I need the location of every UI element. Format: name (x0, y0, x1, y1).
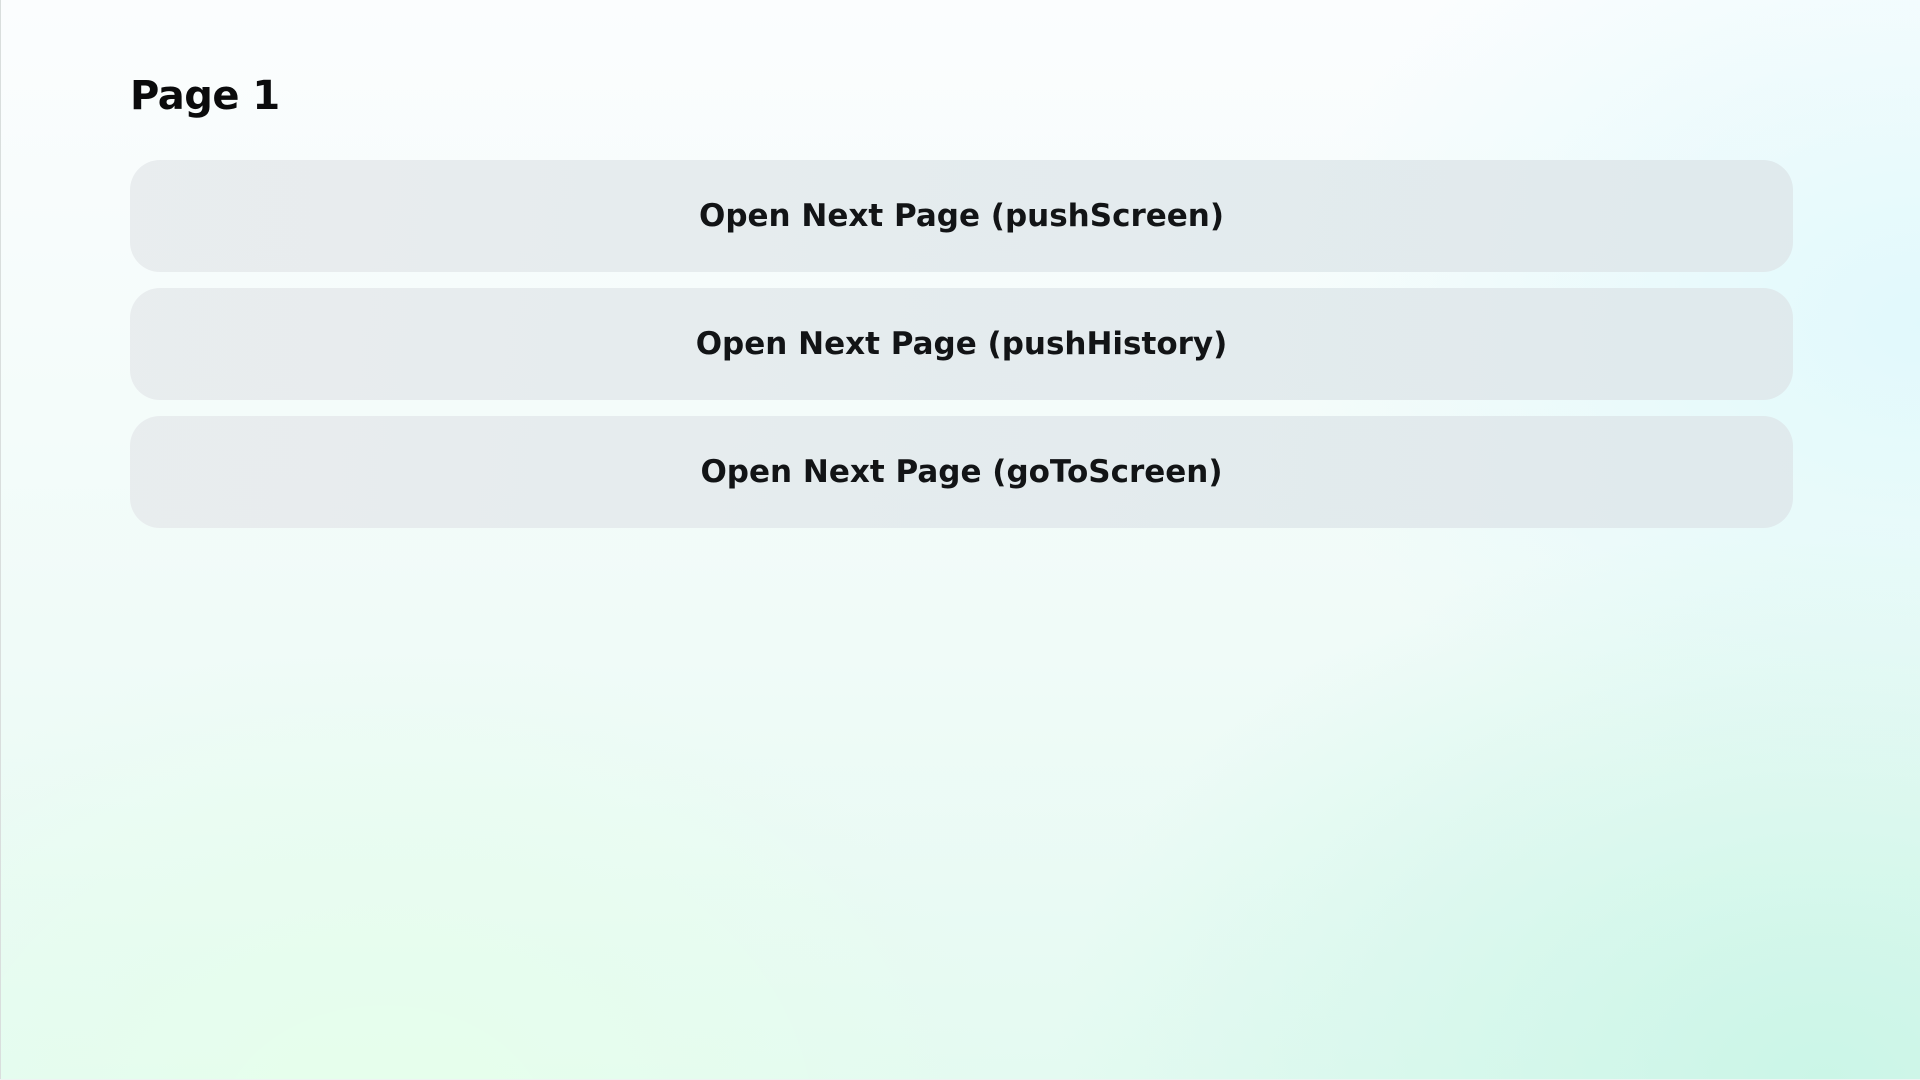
page-title: Page 1 (130, 73, 280, 119)
open-next-page-go-to-screen-button[interactable]: Open Next Page (goToScreen) (130, 416, 1793, 528)
window-left-border (0, 0, 1, 1080)
button-list: Open Next Page (pushScreen) Open Next Pa… (130, 160, 1793, 544)
open-next-page-push-history-button[interactable]: Open Next Page (pushHistory) (130, 288, 1793, 400)
open-next-page-push-screen-button[interactable]: Open Next Page (pushScreen) (130, 160, 1793, 272)
